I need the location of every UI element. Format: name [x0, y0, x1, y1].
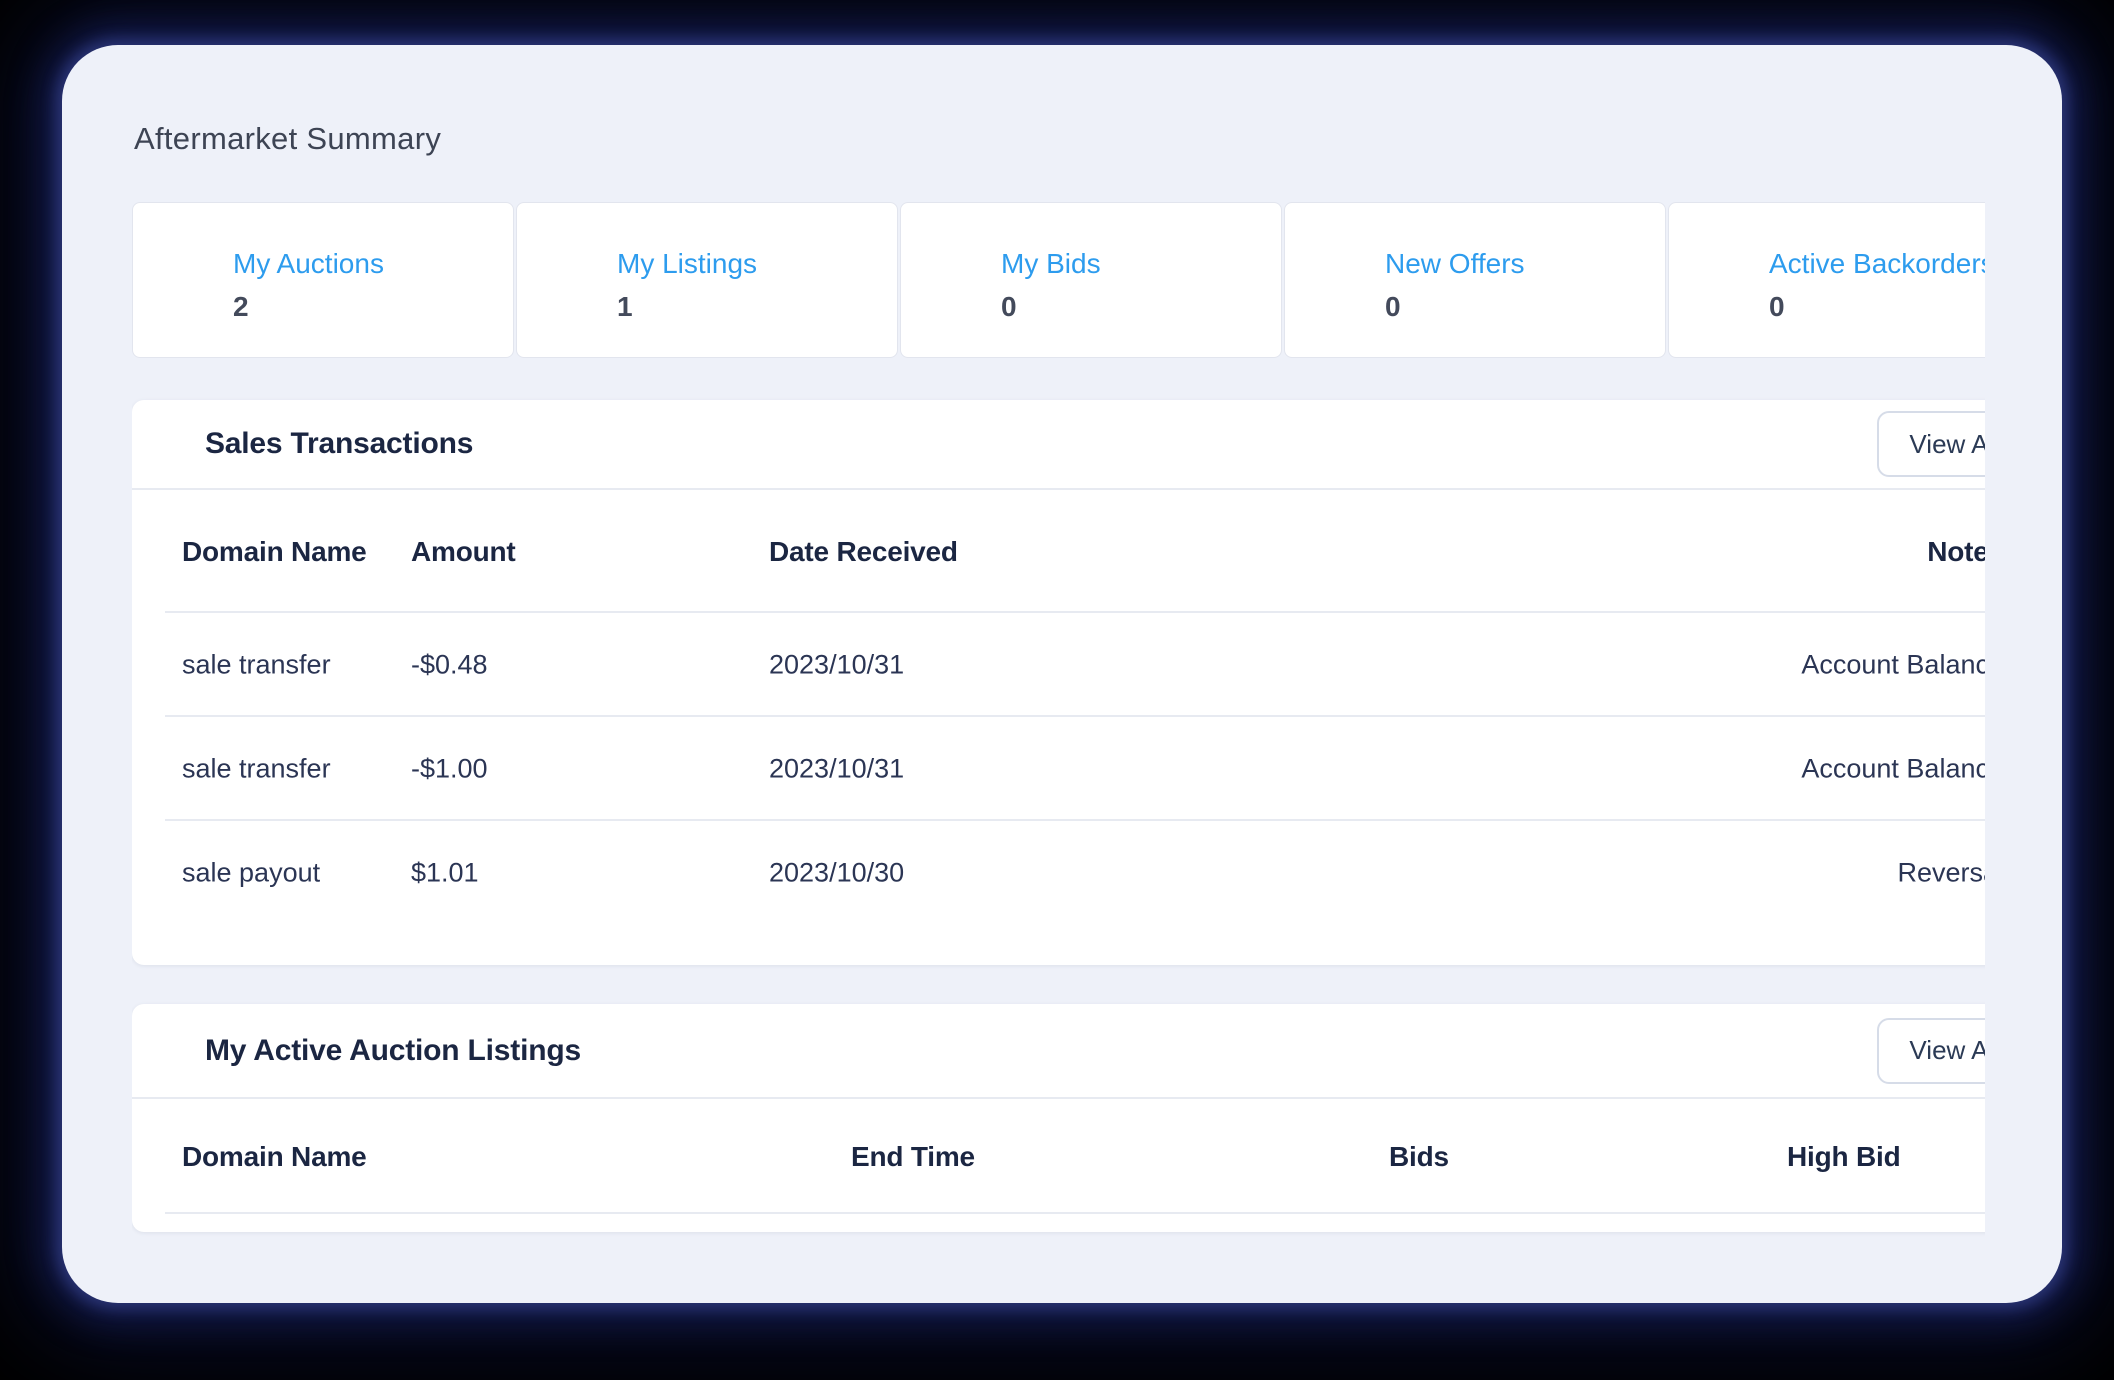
- auctions-column-header-bids: Bids: [1389, 1141, 1449, 1173]
- sales-table-row: sale transfer -$1.00 2023/10/31 Account …: [132, 717, 1985, 821]
- stat-value-my-listings: 1: [617, 291, 897, 323]
- cell-notes: Reversal: [1897, 858, 1985, 889]
- stat-card-new-offers: New Offers 0: [1284, 202, 1666, 358]
- active-auction-listings-header: My Active Auction Listings View All: [132, 1004, 1985, 1099]
- stat-value-my-bids: 0: [1001, 291, 1281, 323]
- auctions-column-header-domain-name: Domain Name: [182, 1141, 367, 1173]
- cell-domain-name: sale transfer: [182, 650, 331, 681]
- sales-view-all-button[interactable]: View All: [1877, 411, 1985, 477]
- stat-card-my-listings: My Listings 1: [516, 202, 898, 358]
- content-clip-area: Aftermarket Summary My Auctions 2 My Lis…: [132, 45, 1985, 1303]
- sales-transactions-title: Sales Transactions: [205, 427, 473, 461]
- cell-notes: Account Balance: [1801, 754, 1985, 785]
- cell-amount: $1.01: [411, 858, 479, 889]
- page-title: Aftermarket Summary: [134, 120, 1985, 158]
- page-background: { "header": { "title": "Aftermarket Summ…: [0, 0, 2114, 1380]
- sales-column-header-date-received: Date Received: [769, 536, 958, 568]
- aftermarket-summary-panel: Aftermarket Summary My Auctions 2 My Lis…: [62, 45, 2062, 1303]
- auctions-table-header-row: Domain Name End Time Bids High Bid: [132, 1099, 1985, 1214]
- cell-amount: -$1.00: [411, 754, 488, 785]
- stat-value-my-auctions: 2: [233, 291, 513, 323]
- sales-transactions-header: Sales Transactions View All: [132, 400, 1985, 490]
- sales-column-header-amount: Amount: [411, 536, 516, 568]
- cell-domain-name: sale transfer: [182, 754, 331, 785]
- stat-link-new-offers[interactable]: New Offers: [1385, 248, 1525, 280]
- cell-domain-name: sale payout: [182, 858, 320, 889]
- cell-notes: Account Balance: [1801, 650, 1985, 681]
- stat-link-my-listings[interactable]: My Listings: [617, 248, 757, 280]
- cell-date-received: 2023/10/31: [769, 754, 904, 785]
- sales-column-header-domain-name: Domain Name: [182, 536, 367, 568]
- stat-card-my-auctions: My Auctions 2: [132, 202, 514, 358]
- auctions-view-all-button[interactable]: View All: [1877, 1018, 1985, 1084]
- sales-transactions-card: Sales Transactions View All Domain Name …: [132, 400, 1985, 965]
- stats-row: My Auctions 2 My Listings 1 My Bids 0 Ne…: [132, 202, 1985, 358]
- auctions-column-header-end-time: End Time: [851, 1141, 975, 1173]
- content: Aftermarket Summary My Auctions 2 My Lis…: [132, 120, 1985, 1232]
- stat-card-active-backorders: Active Backorders 0: [1668, 202, 1985, 358]
- stat-link-my-auctions[interactable]: My Auctions: [233, 248, 384, 280]
- sales-table-row: sale transfer -$0.48 2023/10/31 Account …: [132, 613, 1985, 717]
- stat-value-active-backorders: 0: [1769, 291, 1985, 323]
- stat-value-new-offers: 0: [1385, 291, 1665, 323]
- cell-date-received: 2023/10/31: [769, 650, 904, 681]
- active-auction-listings-title: My Active Auction Listings: [205, 1034, 581, 1068]
- sales-table-row: sale payout $1.01 2023/10/30 Reversal: [132, 821, 1985, 925]
- stat-card-my-bids: My Bids 0: [900, 202, 1282, 358]
- cell-amount: -$0.48: [411, 650, 488, 681]
- sales-column-header-notes: Notes: [1927, 536, 1985, 568]
- sales-table-header-row: Domain Name Amount Date Received Notes: [132, 490, 1985, 613]
- active-auction-listings-card: My Active Auction Listings View All Doma…: [132, 1004, 1985, 1232]
- stat-link-active-backorders[interactable]: Active Backorders: [1769, 248, 1985, 280]
- cell-date-received: 2023/10/30: [769, 858, 904, 889]
- stat-link-my-bids[interactable]: My Bids: [1001, 248, 1101, 280]
- auctions-column-header-high-bid: High Bid: [1787, 1141, 1901, 1173]
